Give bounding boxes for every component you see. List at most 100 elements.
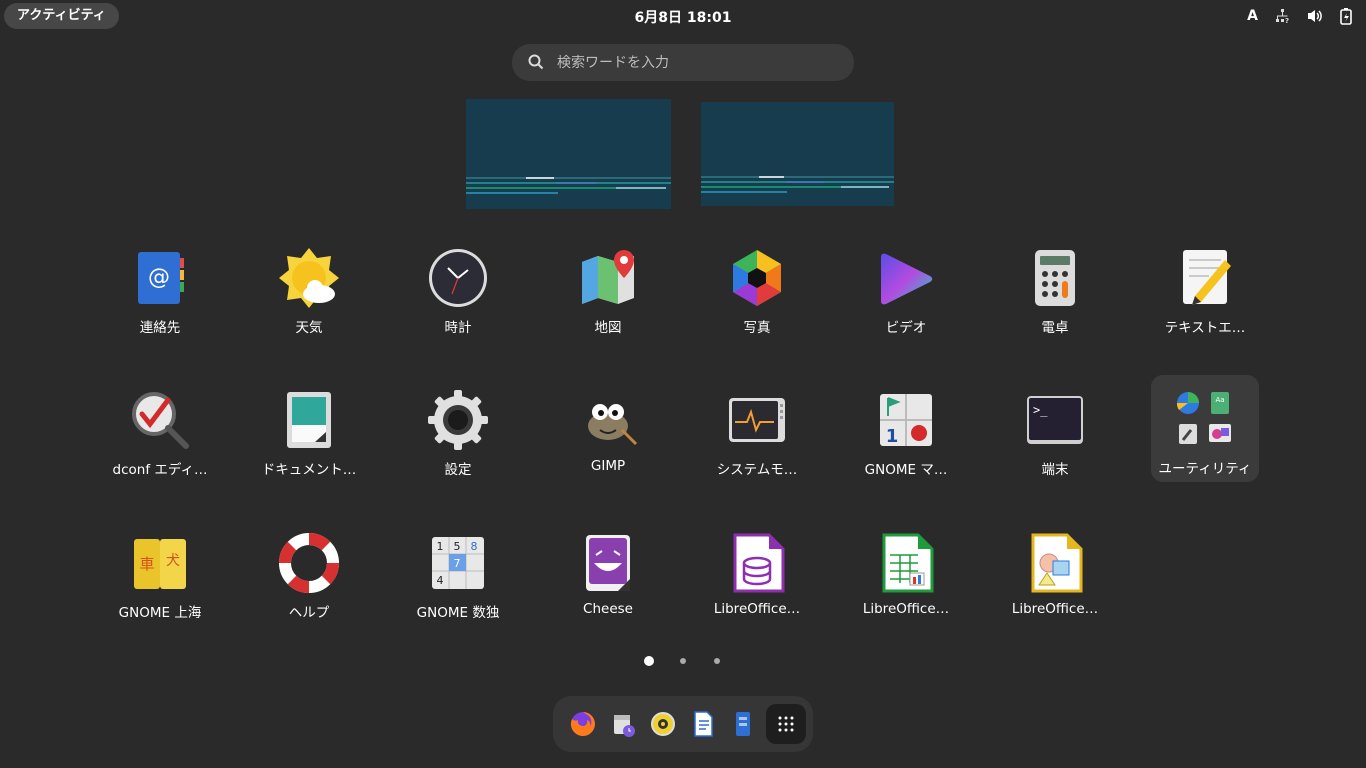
app-system-monitor[interactable]: システムモ… <box>687 382 827 502</box>
app-videos[interactable]: ビデオ <box>836 240 976 360</box>
settings-icon <box>428 390 488 450</box>
writer-icon[interactable] <box>688 709 718 739</box>
firefox-icon[interactable] <box>568 709 598 739</box>
app-label: 地図 <box>594 320 622 336</box>
app-label: GNOME 上海 <box>118 605 202 621</box>
battery-icon[interactable] <box>1340 7 1352 25</box>
utilities-folder[interactable]: Aa ユーティリティ <box>1151 375 1259 482</box>
file-manager-icon[interactable] <box>728 709 758 739</box>
app-label: dconf エディ… <box>112 462 208 478</box>
app-label: GIMP <box>590 458 626 474</box>
mines-icon: 1 <box>880 394 932 447</box>
svg-text:Aa: Aa <box>1215 396 1224 404</box>
input-method-indicator[interactable]: A <box>1247 8 1258 24</box>
maps-icon <box>582 250 634 304</box>
app-label: テキストエ… <box>1164 320 1246 336</box>
volume-icon[interactable] <box>1306 8 1324 24</box>
svg-text:@: @ <box>148 265 170 290</box>
svg-text:?: ? <box>1285 17 1289 24</box>
svg-text:>_: >_ <box>1033 403 1048 417</box>
app-cheese[interactable]: Cheese <box>538 525 678 645</box>
workspace-thumbnail-2[interactable] <box>701 102 894 206</box>
videos-icon <box>881 253 933 305</box>
svg-text:車: 車 <box>139 555 154 573</box>
app-libreoffice-calc[interactable]: LibreOffice… <box>836 525 976 645</box>
page-indicator-3[interactable] <box>714 658 720 664</box>
app-gimp[interactable]: GIMP <box>538 382 678 502</box>
photos-icon <box>733 250 781 306</box>
rhythmbox-icon[interactable] <box>648 709 678 739</box>
search-input[interactable] <box>555 50 839 76</box>
app-weather[interactable]: 天気 <box>239 240 379 360</box>
page-indicator-1[interactable] <box>644 656 654 666</box>
weather-icon <box>279 248 339 308</box>
app-photos[interactable]: 写真 <box>687 240 827 360</box>
page-indicator-2[interactable] <box>680 658 686 664</box>
system-monitor-icon <box>729 398 785 442</box>
app-label: 連絡先 <box>139 320 181 336</box>
app-label: LibreOffice… <box>713 601 801 617</box>
app-clock[interactable]: 時計 <box>388 240 528 360</box>
dash <box>553 696 813 752</box>
app-label: ドキュメント… <box>261 462 357 478</box>
app-label: ビデオ <box>885 320 927 336</box>
dconf-editor-icon <box>132 392 189 449</box>
libreoffice-base-icon <box>733 533 785 593</box>
network-icon[interactable]: ? <box>1274 8 1290 24</box>
app-label: 写真 <box>743 320 771 336</box>
app-terminal[interactable]: >_ 端末 <box>985 382 1125 502</box>
app-calculator[interactable]: 電卓 <box>985 240 1125 360</box>
app-label: 端末 <box>1041 462 1069 478</box>
app-label: Cheese <box>583 601 633 617</box>
svg-text:1: 1 <box>886 426 899 447</box>
terminal-icon: >_ <box>1027 396 1083 444</box>
workspace-thumbnail-1[interactable] <box>466 99 671 209</box>
top-bar: アクティビティ 6月8日 18:01 A ? <box>0 0 1366 32</box>
app-label: ユーティリティ <box>1158 461 1252 477</box>
app-contacts[interactable]: @ 連絡先 <box>90 240 230 360</box>
show-apps-button[interactable] <box>766 704 806 744</box>
svg-text:5: 5 <box>454 540 461 553</box>
app-label: システムモ… <box>716 462 798 478</box>
libreoffice-draw-icon <box>1031 533 1083 593</box>
app-mahjongg[interactable]: 車 犬 GNOME 上海 <box>90 525 230 645</box>
app-label: 電卓 <box>1041 320 1069 336</box>
libreoffice-calc-icon <box>882 533 934 593</box>
text-editor-icon <box>1183 250 1231 305</box>
app-dconf-editor[interactable]: dconf エディ… <box>90 382 230 502</box>
calendar-icon[interactable] <box>608 709 638 739</box>
system-tray[interactable]: A ? <box>1247 7 1352 25</box>
search-bar[interactable] <box>512 44 854 81</box>
gimp-icon <box>588 404 638 446</box>
app-label: 天気 <box>295 320 323 336</box>
help-icon <box>279 533 339 593</box>
app-help[interactable]: ヘルプ <box>239 525 379 645</box>
cheese-icon <box>586 535 630 591</box>
search-icon <box>528 54 544 70</box>
app-label: 設定 <box>444 462 472 478</box>
document-scanner-icon <box>287 392 331 448</box>
sudoku-icon: 15 87 4 <box>432 537 484 589</box>
app-maps[interactable]: 地図 <box>538 240 678 360</box>
app-libreoffice-base[interactable]: LibreOffice… <box>687 525 827 645</box>
clock[interactable]: 6月8日 18:01 <box>0 7 1366 27</box>
contacts-icon: @ <box>138 252 184 304</box>
app-sudoku[interactable]: 15 87 4 GNOME 数独 <box>388 525 528 645</box>
calculator-icon <box>1035 250 1075 306</box>
svg-text:8: 8 <box>471 540 478 553</box>
app-label: LibreOffice… <box>862 601 950 617</box>
app-libreoffice-draw[interactable]: LibreOffice… <box>985 525 1125 645</box>
svg-text:4: 4 <box>437 574 444 587</box>
clock-icon <box>429 249 487 307</box>
svg-text:7: 7 <box>454 557 461 570</box>
app-label: 時計 <box>444 320 472 336</box>
app-settings[interactable]: 設定 <box>388 382 528 502</box>
mahjongg-icon: 車 犬 <box>134 539 186 589</box>
app-document-scanner[interactable]: ドキュメント… <box>239 382 379 502</box>
app-text-editor[interactable]: テキストエ… <box>1135 240 1275 360</box>
app-label: ヘルプ <box>288 605 330 621</box>
app-label: GNOME 数独 <box>416 605 500 621</box>
app-mines[interactable]: 1 GNOME マ… <box>836 382 976 502</box>
show-apps-icon <box>778 716 794 732</box>
utilities-folder-icon: Aa <box>1176 392 1231 444</box>
